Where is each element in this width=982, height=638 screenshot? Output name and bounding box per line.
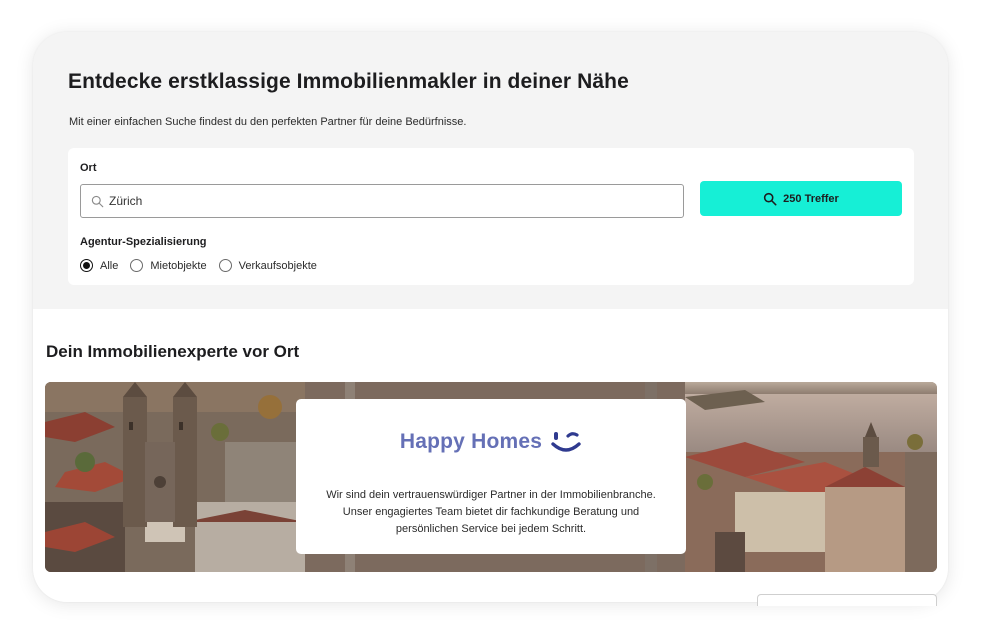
main-card: Entdecke erstklassige Immobilienmakler i… [33, 32, 948, 602]
agency-info-card: Happy Homes Wir sind dein vertrauenswürd… [296, 399, 686, 554]
radio-option-verkaufsobjekte[interactable]: Verkaufsobjekte [218, 259, 317, 272]
search-panel: Ort 250 Treffer Agentur-Spezialisierung [68, 148, 914, 285]
search-icon [91, 195, 104, 207]
agency-description: Wir sind dein vertrauenswürdiger Partner… [326, 489, 656, 535]
specialization-label: Agentur-Spezialisierung [80, 236, 207, 248]
radio-button-checked[interactable] [80, 259, 93, 272]
radio-option-alle[interactable]: Alle [80, 259, 118, 272]
show-results-button[interactable]: 250 Treffer [700, 181, 902, 216]
radio-label: Alle [100, 259, 119, 272]
radio-label: Mietobjekte [150, 259, 207, 272]
page-title: Entdecke erstklassige Immobilienmakler i… [68, 70, 629, 93]
agency-logo: Happy Homes [296, 429, 686, 455]
radio-option-mietobjekte[interactable]: Mietobjekte [130, 259, 207, 272]
specialization-radio-group: Alle Mietobjekte Verkaufsobjekte [80, 259, 329, 272]
expert-section: Dein Immobilienexperte vor Ort Happy Hom… [33, 309, 948, 602]
next-card-edge [757, 594, 937, 606]
agency-name: Happy Homes [399, 430, 543, 453]
smiley-logo-icon [551, 432, 581, 452]
search-icon [764, 192, 777, 205]
section-title: Dein Immobilienexperte vor Ort [46, 342, 300, 361]
radio-button[interactable] [130, 259, 144, 272]
radio-button[interactable] [218, 259, 232, 272]
radio-label: Verkaufsobjekte [238, 259, 317, 272]
location-search-field[interactable] [80, 184, 684, 218]
search-section: Entdecke erstklassige Immobilienmakler i… [33, 32, 948, 309]
location-label: Ort [80, 162, 97, 174]
results-count-label: 250 Treffer [783, 192, 839, 205]
page-subtitle: Mit einer einfachen Suche findest du den… [69, 116, 467, 128]
location-input[interactable] [109, 194, 669, 208]
agency-banner[interactable]: Happy Homes Wir sind dein vertrauenswürd… [45, 382, 937, 572]
